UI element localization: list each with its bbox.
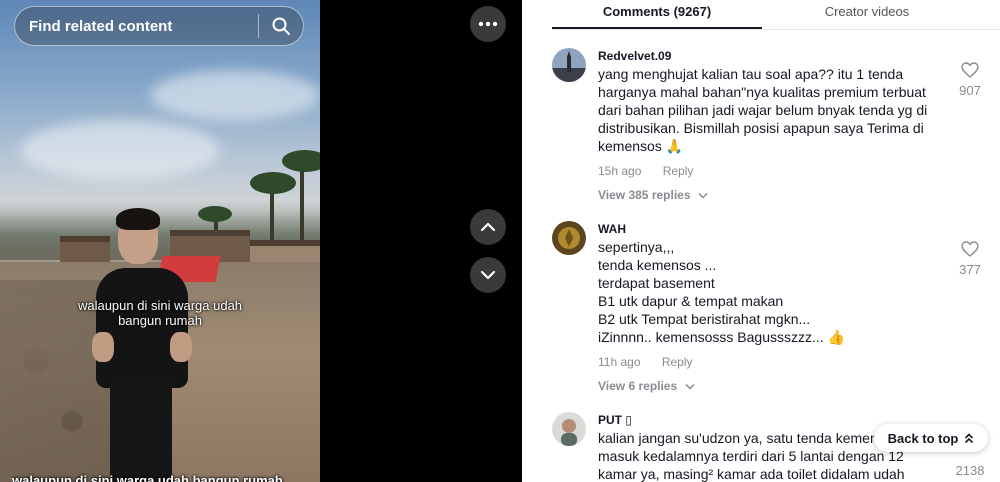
- search-button[interactable]: [259, 6, 303, 46]
- like-button[interactable]: 377: [950, 241, 990, 277]
- avatar[interactable]: [552, 221, 586, 255]
- comment-meta: 15h ago Reply: [598, 163, 938, 179]
- search-icon: [272, 17, 290, 35]
- more-dots-icon: [478, 21, 498, 27]
- panel-tabs: Comments (9267) Creator videos: [552, 0, 1000, 30]
- chevron-down-icon: [684, 383, 695, 390]
- video-player[interactable]: walaupun di sini warga udah bangun rumah…: [0, 0, 320, 482]
- avatar-image: [552, 221, 586, 255]
- palm-tree: [282, 150, 320, 172]
- more-options-button[interactable]: [470, 6, 506, 42]
- chevron-up-icon: [480, 222, 496, 232]
- palm-tree: [250, 172, 296, 194]
- view-replies-button[interactable]: View 6 replies: [598, 378, 938, 394]
- comment-meta: 11h ago Reply: [598, 354, 938, 370]
- comment-username[interactable]: Redvelvet.09: [598, 48, 938, 64]
- back-to-top-button[interactable]: Back to top: [874, 424, 988, 452]
- avatar-image: [552, 412, 586, 446]
- like-button[interactable]: 907: [950, 62, 990, 98]
- palm-tree: [198, 206, 232, 222]
- presenter-shirt: [96, 268, 188, 388]
- like-count: 377: [959, 262, 981, 277]
- view-replies-label: View 6 replies: [598, 379, 678, 393]
- presenter-hand: [92, 332, 114, 362]
- comment-username[interactable]: WAH: [598, 221, 938, 237]
- previous-video-button[interactable]: [470, 209, 506, 245]
- avatar[interactable]: [552, 48, 586, 82]
- reply-button[interactable]: Reply: [662, 355, 693, 369]
- presenter-hand: [170, 332, 192, 362]
- active-tab-indicator: [552, 27, 762, 29]
- comment-text: yang menghujat kalian tau soal apa?? itu…: [598, 66, 928, 154]
- view-replies-button[interactable]: View 385 replies: [598, 187, 938, 203]
- comment-body: WAH sepertinya,,, tenda kemensos ... ter…: [598, 221, 938, 394]
- heart-icon: [961, 241, 979, 257]
- chevron-down-icon: [480, 270, 496, 280]
- comment-text: sepertinya,,, tenda kemensos ... terdapa…: [598, 239, 845, 345]
- comment-timestamp: 11h ago: [598, 355, 641, 369]
- presenter-hair: [116, 208, 160, 230]
- video-caption-bottom: walaupun di sini warga udah bangun rumah: [12, 473, 283, 482]
- next-video-button[interactable]: [470, 257, 506, 293]
- video-caption-overlay: walaupun di sini warga udah bangun rumah: [77, 298, 243, 328]
- double-chevron-up-icon: [965, 432, 974, 443]
- like-count: 2138: [955, 463, 985, 478]
- comment-body: Redvelvet.09 yang menghujat kalian tau s…: [598, 48, 938, 203]
- heart-icon: [961, 62, 979, 78]
- reply-button[interactable]: Reply: [663, 164, 694, 178]
- video-pane: walaupun di sini warga udah bangun rumah…: [0, 0, 520, 482]
- tab-comments[interactable]: Comments (9267): [552, 0, 762, 29]
- like-count: 907: [959, 83, 981, 98]
- related-search-bar[interactable]: Find related content: [14, 6, 304, 46]
- chevron-down-icon: [698, 192, 708, 199]
- avatar[interactable]: [552, 412, 586, 446]
- presenter: [86, 208, 198, 482]
- comments-panel: Comments (9267) Creator videos Redvelvet…: [522, 0, 1000, 482]
- search-input[interactable]: Find related content: [29, 18, 258, 35]
- sky-cloud: [20, 120, 220, 180]
- back-to-top-label: Back to top: [887, 430, 959, 446]
- avatar-image: [552, 48, 586, 82]
- house: [250, 240, 320, 264]
- sky-cloud: [150, 70, 320, 120]
- comment-timestamp: 15h ago: [598, 164, 642, 178]
- tab-creator-videos[interactable]: Creator videos: [762, 0, 972, 29]
- presenter-pants: [110, 382, 172, 482]
- view-replies-label: View 385 replies: [598, 188, 691, 202]
